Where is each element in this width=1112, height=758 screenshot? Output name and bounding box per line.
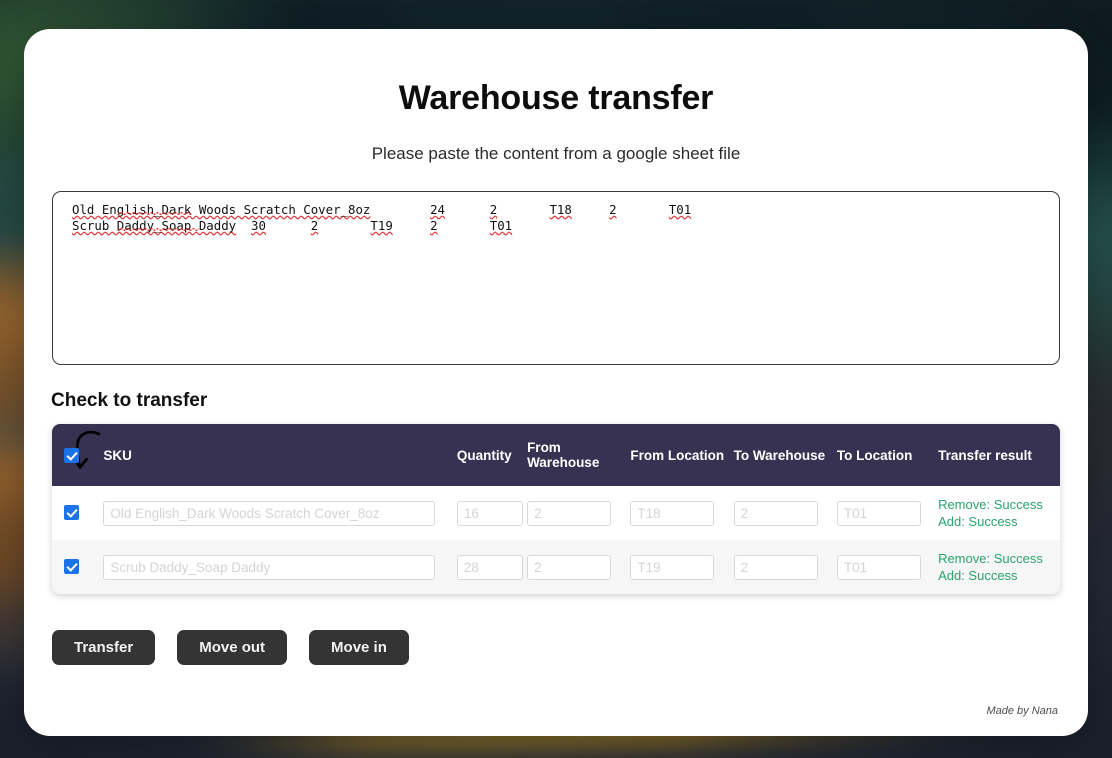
transfer-table: SKU Quantity From Warehouse From Locatio…	[52, 424, 1060, 594]
header-from-warehouse: From Warehouse	[527, 424, 631, 486]
transfer-button[interactable]: Transfer	[52, 630, 156, 665]
row-from-warehouse-cell	[527, 486, 631, 540]
table-row: Remove: Success Add: Success	[52, 486, 1060, 540]
row-sku-cell	[95, 486, 457, 540]
table-header-row: SKU Quantity From Warehouse From Locatio…	[52, 424, 1060, 486]
from-location-input[interactable]	[630, 554, 715, 580]
row-from-location-cell	[630, 486, 734, 540]
row-result-cell: Remove: Success Add: Success	[938, 486, 1060, 540]
row-to-location-cell	[836, 486, 939, 540]
row-select-cell	[52, 540, 96, 594]
page-title: Warehouse transfer	[398, 79, 714, 117]
result-add-text: Add: Success	[938, 568, 1018, 583]
from-warehouse-input[interactable]	[527, 500, 612, 526]
to-location-input[interactable]	[836, 554, 921, 580]
check-to-transfer-heading: Check to transfer	[51, 390, 208, 411]
to-warehouse-input[interactable]	[733, 500, 818, 526]
result-remove-text: Remove: Success	[938, 497, 1043, 512]
move-in-button[interactable]: Move in	[309, 630, 409, 665]
row-quantity-cell	[456, 486, 528, 540]
from-location-input[interactable]	[630, 500, 715, 526]
row-to-warehouse-cell	[733, 486, 837, 540]
result-remove-text: Remove: Success	[938, 551, 1043, 566]
row-from-location-cell	[630, 540, 734, 594]
result-add-text: Add: Success	[938, 514, 1018, 529]
header-quantity: Quantity	[456, 424, 528, 486]
to-warehouse-input[interactable]	[733, 554, 818, 580]
paste-area-host	[52, 191, 1060, 365]
row-checkbox[interactable]	[64, 559, 79, 575]
header-sku: SKU	[95, 424, 457, 486]
action-button-row: Transfer Move out Move in	[24, 594, 1088, 665]
paste-textarea[interactable]	[52, 191, 1060, 365]
row-to-warehouse-cell	[733, 540, 837, 594]
header-transfer-result: Transfer result	[938, 424, 1060, 486]
quantity-input[interactable]	[456, 554, 523, 580]
transfer-table-head: SKU Quantity From Warehouse From Locatio…	[52, 424, 1060, 486]
row-result-cell: Remove: Success Add: Success	[938, 540, 1060, 594]
row-from-warehouse-cell	[527, 540, 631, 594]
select-all-checkbox[interactable]	[64, 447, 79, 463]
header-select-all-cell	[52, 424, 96, 486]
row-sku-cell	[95, 540, 457, 594]
row-quantity-cell	[456, 540, 528, 594]
app-card: Warehouse transfer Please paste the cont…	[24, 29, 1088, 736]
from-warehouse-input[interactable]	[527, 554, 612, 580]
to-location-input[interactable]	[836, 500, 921, 526]
page-subtitle: Please paste the content from a google s…	[371, 144, 741, 163]
row-checkbox[interactable]	[64, 505, 79, 521]
header-to-location: To Location	[836, 424, 939, 486]
transfer-table-body: Remove: Success Add: Success	[52, 486, 1060, 594]
sku-input[interactable]	[103, 500, 436, 526]
transfer-table-container: SKU Quantity From Warehouse From Locatio…	[52, 424, 1060, 594]
header-from-location: From Location	[630, 424, 734, 486]
row-to-location-cell	[836, 540, 939, 594]
sku-input[interactable]	[103, 554, 436, 580]
row-select-cell	[52, 486, 96, 540]
table-row: Remove: Success Add: Success	[52, 540, 1060, 594]
paste-area-wrapper	[24, 164, 1088, 365]
quantity-input[interactable]	[456, 500, 523, 526]
made-by-credit: Made by Nana	[986, 705, 1058, 717]
header-to-warehouse: To Warehouse	[733, 424, 837, 486]
move-out-button[interactable]: Move out	[177, 630, 288, 665]
